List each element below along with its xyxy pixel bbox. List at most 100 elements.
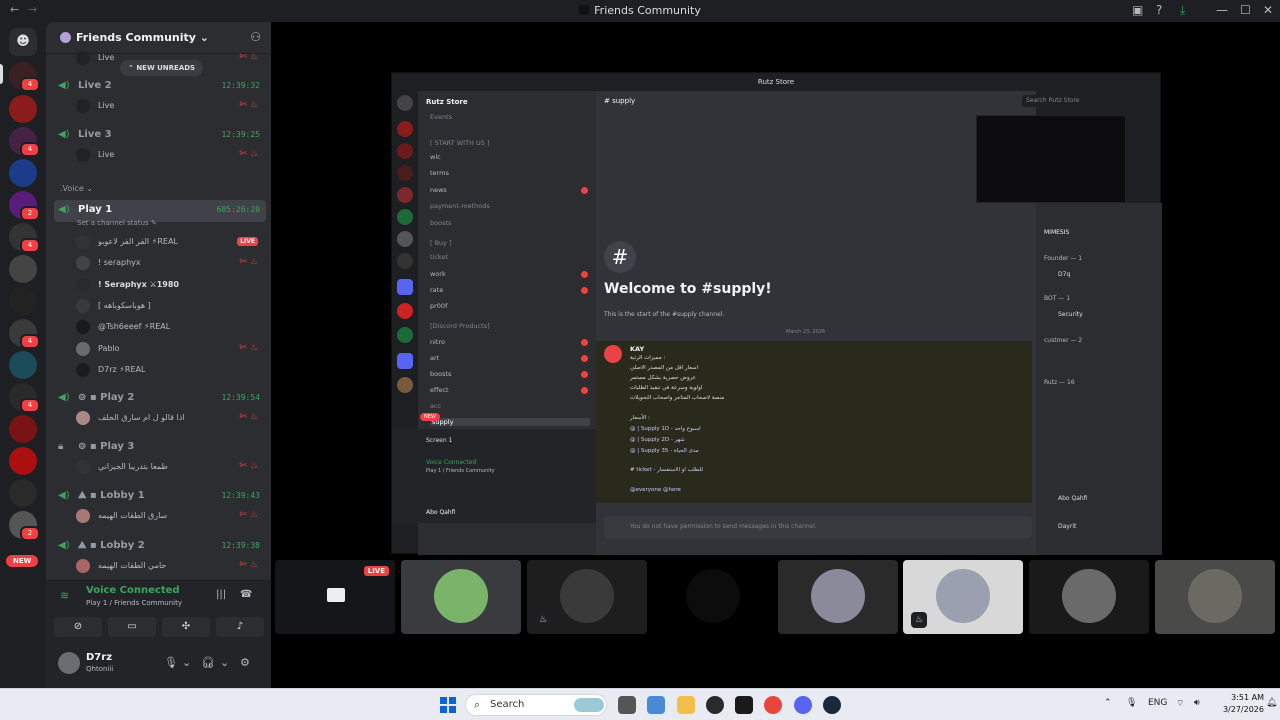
- voice-member[interactable]: الفر الفر لاعوبو ⚡REAL LIVE: [76, 234, 266, 252]
- help-icon[interactable]: ?: [1156, 3, 1162, 17]
- inbox-icon[interactable]: ▣: [1132, 3, 1143, 17]
- server-icon[interactable]: [9, 415, 37, 443]
- notification-bell-icon[interactable]: 🔔︎: [1266, 698, 1277, 708]
- activities-button[interactable]: ✣: [162, 617, 210, 637]
- server-icon[interactable]: [9, 159, 37, 187]
- server-icon[interactable]: 4: [9, 223, 40, 253]
- shared-screen[interactable]: Rutz Store Rutz Store Events [ START WIT…: [391, 72, 1162, 555]
- voice-member[interactable]: [ هوباسكوباهه ]: [76, 298, 266, 316]
- microphone-icon[interactable]: 🎙︎: [164, 656, 178, 669]
- discord-home-icon[interactable]: ☻: [9, 28, 37, 56]
- language-indicator[interactable]: ENG: [1148, 698, 1167, 708]
- disconnect-icon[interactable]: ☎: [240, 589, 252, 600]
- voice-member[interactable]: Pablo ✄ ♨: [76, 341, 266, 359]
- search-highlight-icon: [574, 698, 604, 712]
- voice-member[interactable]: D7rz ⚡REAL: [76, 362, 266, 380]
- voice-member[interactable]: Live ✄ ♨: [76, 98, 266, 116]
- app-icon: [579, 5, 590, 15]
- server-icon[interactable]: 4: [9, 62, 40, 92]
- participant-tile[interactable]: ♨: [903, 560, 1023, 634]
- user-name[interactable]: D7rz: [86, 652, 112, 663]
- voice-member[interactable]: اذا قالو ل ام سارق الحلف ✄ ♨: [76, 410, 266, 428]
- voice-member[interactable]: @Tsh6eeef ⚡REAL: [76, 319, 266, 337]
- share-screen-button[interactable]: ▭: [108, 617, 156, 637]
- participant-tile[interactable]: [653, 560, 773, 634]
- server-icon[interactable]: 4: [9, 319, 40, 349]
- headphones-icon[interactable]: 🎧︎: [201, 656, 215, 669]
- chrome-icon[interactable]: [764, 696, 782, 714]
- participant-tile[interactable]: [1029, 560, 1149, 634]
- voice-channel-live-2[interactable]: ◀) Live 2 12:39:32: [54, 76, 266, 96]
- windows-start-icon[interactable]: [440, 697, 456, 713]
- obs-icon[interactable]: [706, 696, 724, 714]
- voice-channel-lobby-1[interactable]: ◀) ⛰ ▪ Lobby 1 12:39:43: [54, 486, 266, 506]
- wifi-icon[interactable]: ⌔: [1176, 698, 1184, 709]
- chevron-down-icon[interactable]: ⌄: [220, 656, 229, 669]
- clock[interactable]: 3:51 AM 3/27/2026: [1212, 692, 1264, 716]
- maximize-icon[interactable]: ☐: [1240, 3, 1251, 17]
- new-pill[interactable]: NEW: [6, 555, 39, 567]
- speaker-icon: ◀): [58, 80, 70, 91]
- participant-tile[interactable]: [778, 560, 898, 634]
- voice-member[interactable]: ! seraphyx ✄ ♨: [76, 255, 266, 273]
- deafened-icon: ✄ ♨: [239, 149, 258, 159]
- voice-channel-live-3[interactable]: ◀) Live 3 12:39:25: [54, 125, 266, 145]
- avatar[interactable]: [58, 652, 80, 674]
- server-icon[interactable]: [9, 351, 37, 379]
- microphone-icon[interactable]: 🎙︎: [1126, 698, 1137, 708]
- live-badge: LIVE: [363, 566, 389, 576]
- download-icon[interactable]: ⤓: [1180, 3, 1185, 18]
- voice-channel-lobby-2[interactable]: ◀) ⛰ ▪ Lobby 2 12:39:38: [54, 536, 266, 556]
- discord-icon[interactable]: [794, 696, 812, 714]
- steam-icon[interactable]: [823, 696, 841, 714]
- participant-tile[interactable]: [1155, 560, 1275, 634]
- channel-status[interactable]: Set a channel status ✎: [77, 219, 157, 227]
- voice-connected-label[interactable]: Voice Connected: [86, 585, 180, 596]
- soundboard-button[interactable]: ♪: [216, 617, 264, 637]
- server-icon[interactable]: [9, 255, 37, 283]
- voice-member[interactable]: Live ✄ ♨: [76, 147, 266, 165]
- voice-location-link[interactable]: Play 1 / Friends Community: [86, 599, 182, 607]
- terminal-icon[interactable]: [735, 696, 753, 714]
- minimize-icon[interactable]: —: [1216, 3, 1228, 17]
- participant-tile[interactable]: ♨: [527, 560, 647, 634]
- user-panel: D7rz Qhtoniii 🎙︎ ⌄ 🎧︎ ⌄ ⚙: [46, 646, 271, 688]
- settings-gear-icon[interactable]: ⚙: [240, 656, 250, 669]
- voice-member[interactable]: طمعا بتدريبا الجيزاني ✄ ♨: [76, 459, 266, 477]
- server-icon[interactable]: [9, 447, 37, 475]
- server-rail: ☻ 4 4 2 4 4 4 2 NEW: [0, 22, 46, 688]
- search-icon: ⌕: [474, 698, 481, 711]
- chevron-down-icon[interactable]: ⌄: [182, 656, 191, 669]
- speaker-icon: ◀): [58, 392, 70, 403]
- noise-suppression-icon[interactable]: |||: [216, 589, 226, 600]
- server-icon[interactable]: 2: [9, 511, 40, 541]
- copilot-icon[interactable]: [647, 696, 665, 714]
- avatar: [76, 342, 90, 356]
- add-member-icon[interactable]: ⚇: [250, 30, 261, 44]
- server-icon[interactable]: [9, 95, 37, 123]
- close-icon[interactable]: ✕: [1263, 3, 1273, 17]
- voice-channel-play-2[interactable]: ◀) ⊚ ▪ Play 2 12:39:54: [54, 388, 266, 408]
- avatar: [76, 51, 90, 65]
- volume-icon[interactable]: 🔊︎: [1194, 698, 1200, 708]
- server-icon[interactable]: [9, 287, 37, 315]
- voice-member[interactable]: حامي الطقات الهيمه ✄ ♨: [76, 558, 266, 576]
- server-icon[interactable]: [9, 479, 37, 507]
- server-icon[interactable]: 2: [9, 191, 40, 221]
- camera-off-button[interactable]: ⊘: [54, 617, 102, 637]
- taskbar-search[interactable]: ⌕ Search: [465, 694, 607, 716]
- voice-channel-play-3[interactable]: 🔒︎ ⊚ ▪ Play 3: [54, 437, 266, 457]
- speaker-icon: ◀): [58, 540, 70, 551]
- voice-member[interactable]: ! Seraphyx ⚔1980: [76, 277, 266, 295]
- voice-member[interactable]: سارق الطقات الهيمه ✄ ♨: [76, 508, 266, 526]
- shared-message: KAY مميزات الرتبة : اسعار اقل من المصدر …: [596, 341, 1032, 503]
- tray-chevron-icon[interactable]: ⌃: [1104, 698, 1112, 708]
- server-icon[interactable]: 4: [9, 383, 40, 413]
- server-icon[interactable]: 4: [9, 127, 40, 157]
- participant-tile[interactable]: [401, 560, 521, 634]
- file-explorer-icon[interactable]: [677, 696, 695, 714]
- task-view-icon[interactable]: [618, 696, 636, 714]
- live-stream-tile[interactable]: LIVE: [275, 560, 395, 634]
- category-voice[interactable]: .Voice ⌄: [60, 184, 93, 193]
- voice-member[interactable]: Live ✄ ♨: [76, 50, 266, 68]
